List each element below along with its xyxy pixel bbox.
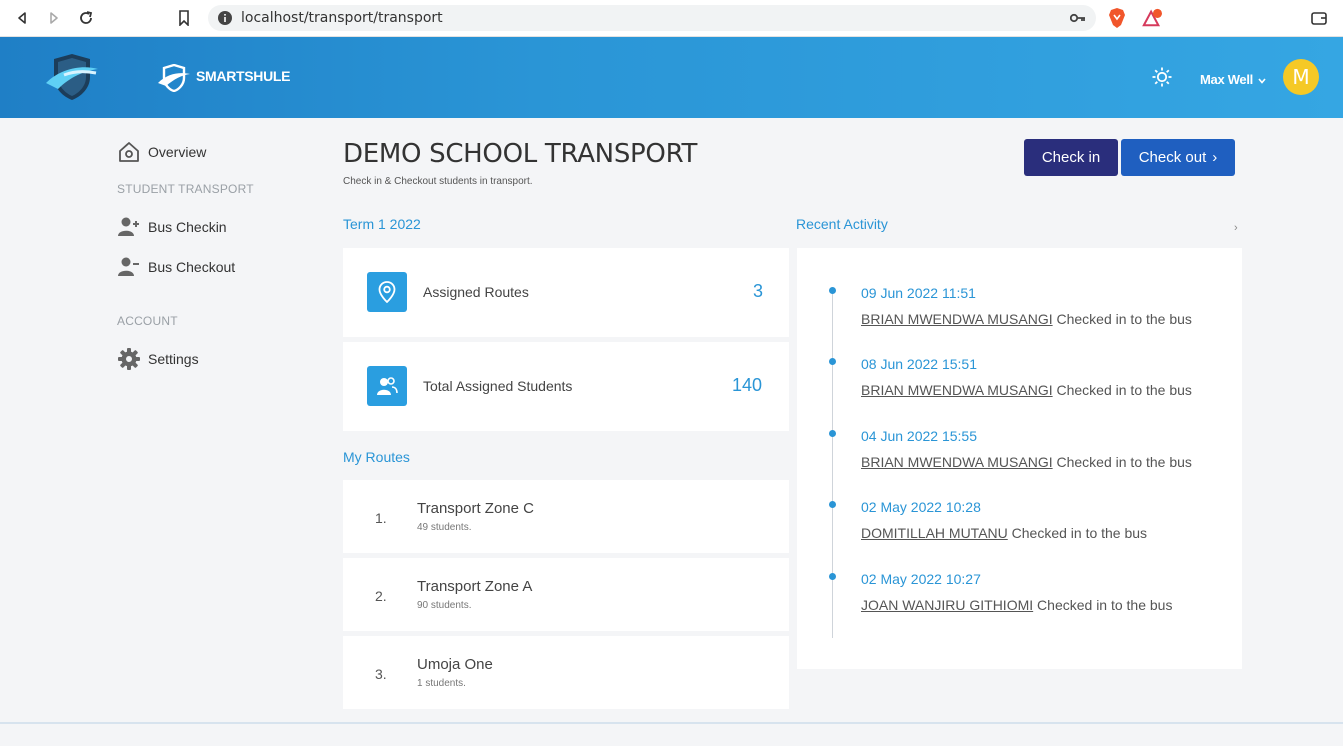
sidebar-item-bus-checkout[interactable]: Bus Checkout (118, 256, 235, 278)
recent-activity-label: Recent Activity (796, 216, 888, 232)
activity-item: 02 May 2022 10:28 DOMITILLAH MUTANU Chec… (797, 499, 1242, 559)
check-out-button[interactable]: Check out › (1121, 139, 1235, 176)
page-title: DEMO SCHOOL TRANSPORT (343, 139, 698, 169)
user-minus-icon (118, 256, 140, 278)
sidebar-item-overview[interactable]: Overview (118, 141, 206, 163)
route-item[interactable]: 3. Umoja One 1 students. (343, 636, 789, 709)
activity-text: BRIAN MWENDWA MUSANGI Checked in to the … (861, 382, 1192, 398)
info-icon[interactable] (218, 11, 232, 30)
user-name: Max Well (1200, 72, 1253, 87)
route-students: 90 students. (417, 600, 472, 611)
stat-card-assigned-routes: Assigned Routes 3 (343, 248, 789, 337)
chevron-right-icon: › (1212, 149, 1218, 166)
timeline-dot (829, 287, 836, 294)
user-menu[interactable]: Max Well (1200, 72, 1266, 87)
chevron-down-icon (1258, 72, 1266, 87)
check-in-label: Check in (1041, 149, 1101, 166)
stat-value: 140 (732, 375, 763, 395)
student-link[interactable]: DOMITILLAH MUTANU (861, 525, 1008, 541)
activity-action: Checked in to the bus (1033, 597, 1173, 613)
activity-date: 02 May 2022 10:28 (861, 499, 981, 515)
route-name: Transport Zone A (417, 578, 533, 595)
stat-label: Total Assigned Students (423, 378, 573, 394)
student-link[interactable]: BRIAN MWENDWA MUSANGI (861, 454, 1053, 470)
sidebar-item-label: Bus Checkin (148, 219, 227, 235)
sidebar-section-student-transport: STUDENT TRANSPORT (117, 182, 254, 196)
activity-date: 04 Jun 2022 15:55 (861, 428, 977, 444)
url-text: localhost/transport/transport (241, 10, 443, 26)
timeline-dot (829, 573, 836, 580)
recent-activity-card: 09 Jun 2022 11:51 BRIAN MWENDWA MUSANGI … (797, 248, 1242, 669)
activity-item: 09 Jun 2022 11:51 BRIAN MWENDWA MUSANGI … (797, 285, 1242, 345)
sidebar-item-label: Bus Checkout (148, 259, 236, 275)
route-number: 3. (375, 666, 387, 682)
activity-date: 09 Jun 2022 11:51 (861, 285, 976, 301)
timeline-dot (829, 430, 836, 437)
app-header: SMARTSHULE Max Well M (0, 37, 1343, 118)
check-out-label: Check out (1138, 149, 1207, 166)
wallet-icon[interactable] (1309, 8, 1329, 28)
forward-icon[interactable] (44, 8, 64, 28)
activity-text: DOMITILLAH MUTANU Checked in to the bus (861, 525, 1147, 541)
sidebar-item-label: Settings (148, 351, 199, 367)
route-students: 1 students. (417, 678, 466, 689)
chevron-right-icon[interactable]: › (1234, 222, 1238, 234)
sun-icon[interactable] (1152, 67, 1172, 92)
activity-action: Checked in to the bus (1007, 525, 1148, 541)
route-name: Umoja One (417, 656, 493, 673)
user-plus-icon (118, 216, 140, 238)
activity-date: 08 Jun 2022 15:51 (861, 356, 977, 372)
activity-date: 02 May 2022 10:27 (861, 571, 981, 587)
stat-card-total-students: Total Assigned Students 140 (343, 342, 789, 431)
key-icon[interactable] (1068, 8, 1088, 28)
check-in-button[interactable]: Check in (1024, 139, 1118, 176)
my-routes-label: My Routes (343, 449, 410, 465)
stat-value: 3 (753, 281, 764, 301)
browser-toolbar: localhost/transport/transport (0, 0, 1343, 37)
activity-item: 08 Jun 2022 15:51 BRIAN MWENDWA MUSANGI … (797, 356, 1242, 416)
sidebar-item-settings[interactable]: Settings (118, 348, 199, 370)
activity-text: BRIAN MWENDWA MUSANGI Checked in to the … (861, 454, 1192, 470)
route-number: 1. (375, 510, 387, 526)
student-link[interactable]: BRIAN MWENDWA MUSANGI (861, 382, 1053, 398)
activity-text: BRIAN MWENDWA MUSANGI Checked in to the … (861, 311, 1192, 327)
page-subtitle: Check in & Checkout students in transpor… (343, 176, 533, 187)
avatar[interactable]: M (1283, 59, 1319, 95)
gear-icon (118, 348, 140, 370)
route-number: 2. (375, 588, 387, 604)
student-link[interactable]: BRIAN MWENDWA MUSANGI (861, 311, 1053, 327)
reload-icon[interactable] (76, 8, 96, 28)
route-students: 49 students. (417, 522, 472, 533)
sidebar-item-label: Overview (148, 144, 207, 160)
route-item[interactable]: 2. Transport Zone A 90 students. (343, 558, 789, 631)
timeline-dot (829, 501, 836, 508)
student-link[interactable]: JOAN WANJIRU GITHIOMI (861, 597, 1033, 613)
activity-text: JOAN WANJIRU GITHIOMI Checked in to the … (861, 597, 1172, 613)
home-icon (118, 141, 140, 163)
activity-action: Checked in to the bus (1052, 454, 1192, 470)
brave-rewards-icon[interactable] (1142, 8, 1162, 28)
activity-action: Checked in to the bus (1052, 311, 1192, 327)
users-icon (367, 366, 407, 406)
sidebar-section-account: ACCOUNT (117, 314, 178, 328)
page-bottom-divider (0, 722, 1343, 724)
route-item[interactable]: 1. Transport Zone C 49 students. (343, 480, 789, 553)
address-bar[interactable]: localhost/transport/transport (208, 5, 1096, 31)
back-icon[interactable] (12, 8, 32, 28)
brand-name: SMARTSHULE (196, 68, 291, 84)
activity-action: Checked in to the bus (1052, 382, 1192, 398)
route-name: Transport Zone C (417, 500, 534, 517)
activity-item: 02 May 2022 10:27 JOAN WANJIRU GITHIOMI … (797, 571, 1242, 631)
shield-logo-icon (44, 53, 100, 106)
activity-item: 04 Jun 2022 15:55 BRIAN MWENDWA MUSANGI … (797, 428, 1242, 488)
stat-label: Assigned Routes (423, 284, 529, 300)
brave-shield-icon[interactable] (1107, 8, 1127, 28)
term-label: Term 1 2022 (343, 216, 421, 232)
bookmark-icon[interactable] (174, 8, 194, 28)
timeline-dot (829, 358, 836, 365)
sidebar-item-bus-checkin[interactable]: Bus Checkin (118, 216, 227, 238)
map-pin-icon (367, 272, 407, 312)
brand-logo-icon (158, 63, 192, 97)
